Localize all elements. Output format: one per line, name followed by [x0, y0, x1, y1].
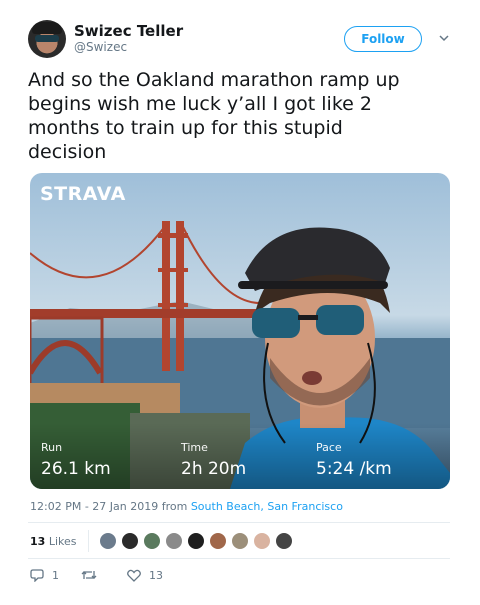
avatar-glasses	[35, 35, 59, 42]
reply-count: 1	[52, 568, 59, 582]
tweet-line: And so the Oakland marathon ramp up	[28, 69, 400, 91]
retweet-button[interactable]	[81, 568, 105, 582]
reply-button[interactable]: 1	[30, 568, 59, 582]
user-handle[interactable]: @Swizec	[74, 40, 127, 54]
reply-icon	[30, 569, 44, 582]
likes-count[interactable]: 13 Likes	[30, 535, 76, 548]
tweet-header: Swizec Teller @Swizec Follow	[28, 20, 468, 60]
tweet-line: begins wish me luck y’all I got like 2	[28, 93, 372, 115]
likes-row: 13 Likes	[30, 530, 294, 552]
like-count: 13	[149, 568, 163, 582]
tweet-line: decision	[28, 141, 107, 163]
stat-label: Time	[181, 441, 208, 454]
likes-number: 13	[30, 534, 46, 548]
tweet-photo[interactable]: STRAVA Run 26.1 km Time 2h 20m Pace 5:24…	[30, 173, 450, 489]
divider	[28, 522, 450, 523]
liker-avatar[interactable]	[209, 532, 228, 550]
chevron-down-icon[interactable]	[438, 32, 450, 44]
retweet-icon	[81, 571, 97, 579]
user-name[interactable]: Swizec Teller	[74, 22, 183, 40]
stat-time: Time 2h 20m	[181, 441, 246, 479]
stat-run: Run 26.1 km	[41, 441, 111, 479]
tweet-meta: 12:02 PM - 27 Jan 2019 from South Beach,…	[30, 500, 343, 513]
avatar[interactable]	[28, 20, 66, 58]
stat-value: 2h 20m	[181, 459, 247, 479]
avatar-cap	[32, 22, 62, 34]
liker-avatar[interactable]	[165, 532, 184, 550]
stat-label: Run	[41, 441, 63, 454]
strava-logo: STRAVA	[40, 183, 126, 205]
stat-pace: Pace 5:24 /km	[316, 441, 392, 479]
liker-avatars	[99, 532, 294, 550]
liker-avatar[interactable]	[275, 532, 294, 550]
stat-label: Pace	[316, 441, 342, 454]
tweet-timestamp[interactable]: 12:02 PM - 27 Jan 2019 from	[30, 500, 187, 513]
tweet-location-link[interactable]: South Beach, San Francisco	[191, 500, 343, 513]
divider	[88, 530, 90, 552]
tweet-line: months to train up for this stupid	[28, 117, 343, 139]
like-button[interactable]: 13	[127, 569, 163, 582]
liker-avatar[interactable]	[253, 532, 272, 550]
liker-avatar[interactable]	[231, 532, 250, 550]
stat-value: 5:24 /km	[316, 459, 392, 479]
follow-button[interactable]: Follow	[344, 26, 422, 52]
divider	[28, 558, 450, 559]
tweet-actions: 1 13	[30, 567, 185, 583]
liker-avatar[interactable]	[99, 532, 118, 550]
liker-avatar[interactable]	[143, 532, 162, 550]
liker-avatar[interactable]	[187, 532, 206, 550]
stat-value: 26.1 km	[41, 459, 111, 479]
heart-icon	[127, 569, 141, 582]
liker-avatar[interactable]	[121, 532, 140, 550]
tweet-text: And so the Oakland marathon ramp up begi…	[28, 68, 458, 164]
likes-label: Likes	[48, 534, 77, 548]
